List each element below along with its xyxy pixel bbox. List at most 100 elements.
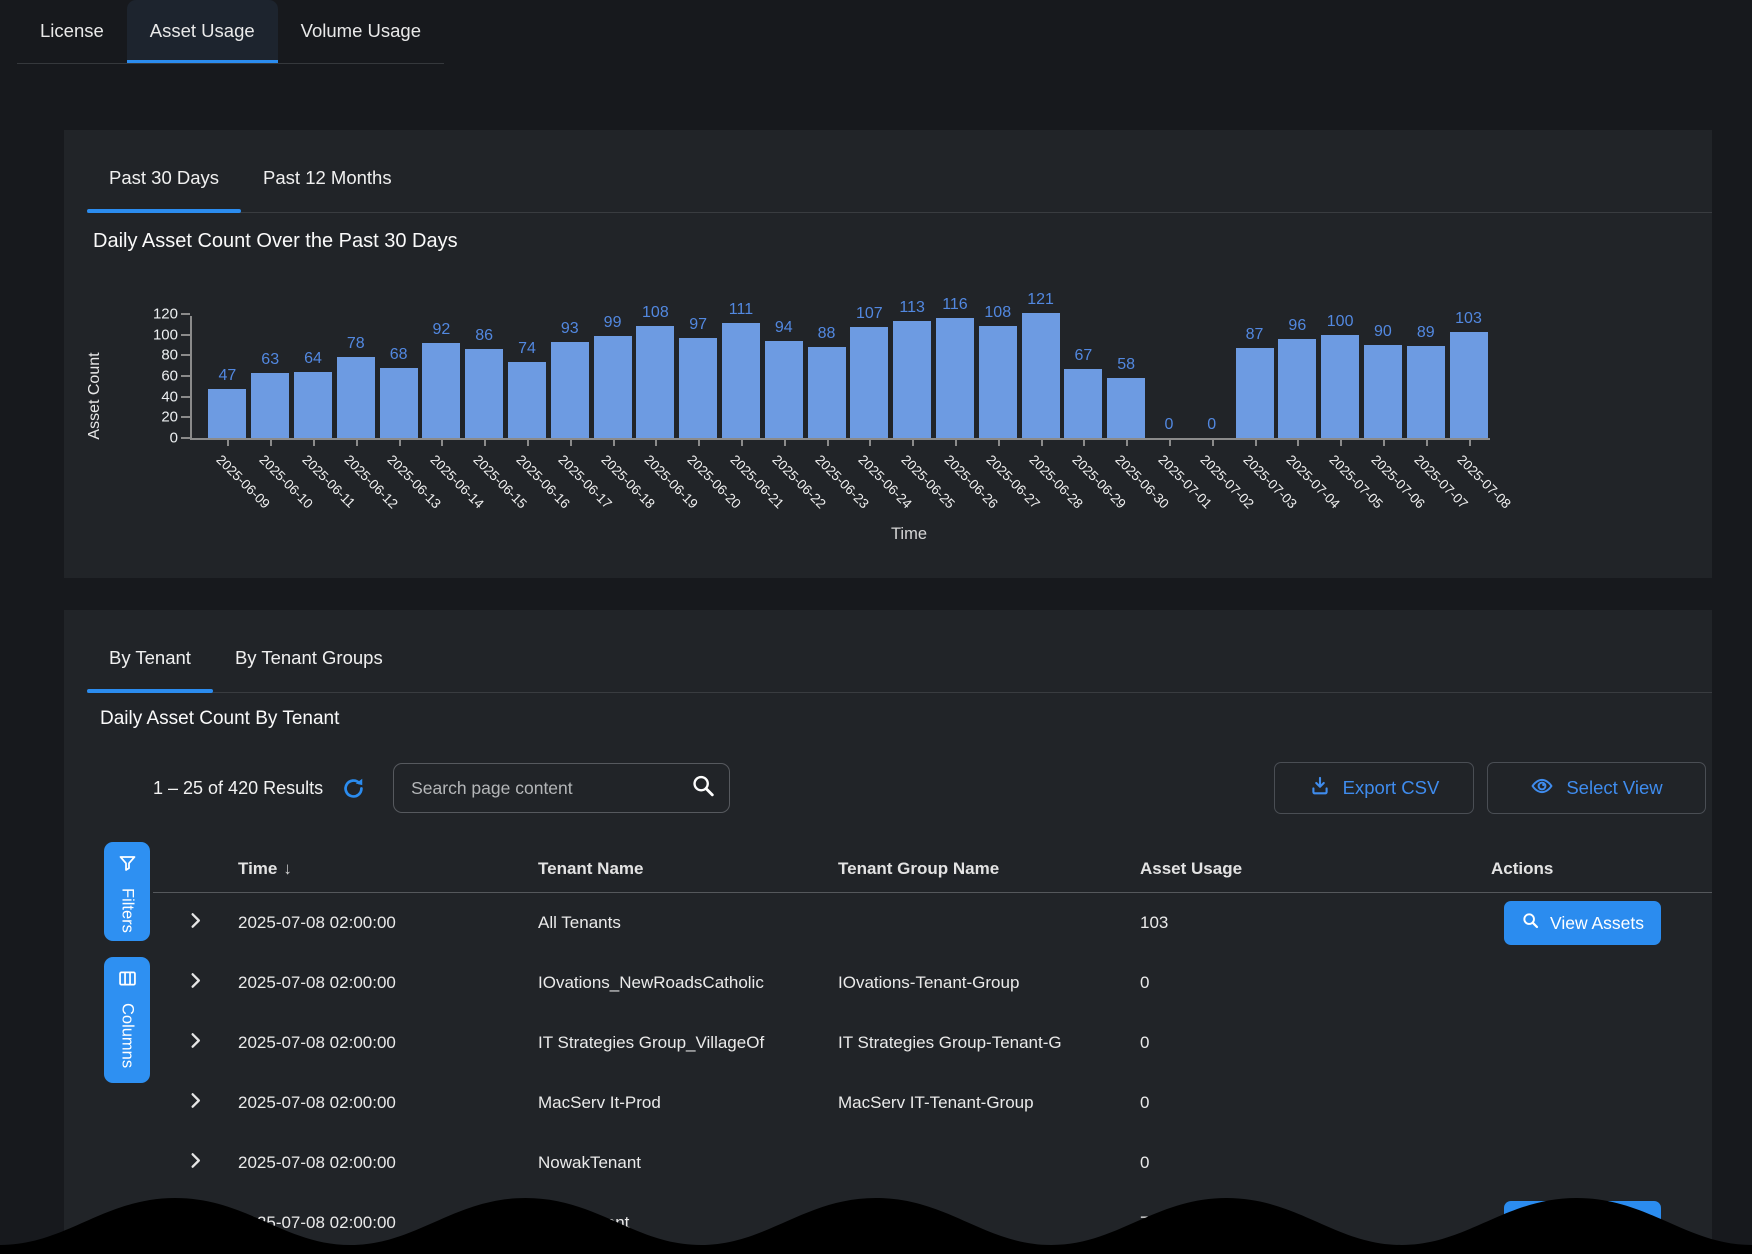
bar-value-label: 93	[561, 320, 579, 338]
bar-value-label: 0	[1207, 416, 1216, 434]
view-assets-button[interactable]: View Assets	[1504, 901, 1661, 945]
table-tab-by-tenant[interactable]: By Tenant	[87, 610, 213, 692]
download-icon	[1309, 775, 1331, 802]
cell-tenant-group-name: IOvations-Tenant-Group	[825, 973, 1127, 993]
cell-time: 2025-07-08 02:00:00	[225, 913, 525, 933]
x-tick-mark	[613, 438, 615, 446]
bar	[808, 347, 846, 438]
bar-group: 108	[976, 304, 1019, 438]
filters-button[interactable]: Filters	[104, 842, 150, 941]
cell-tenant-name: MacServ It-Prod	[525, 1093, 825, 1113]
bar-value-label: 107	[856, 305, 883, 323]
results-count: 1 – 25 of 420 Results	[153, 778, 323, 799]
chevron-right-icon	[184, 1149, 207, 1177]
top-tab-license[interactable]: License	[17, 0, 127, 63]
x-tick-mark	[441, 438, 443, 446]
table-controls-row: 1 – 25 of 420 Results Export CSV	[153, 762, 1706, 814]
sort-descending-icon: ↓	[283, 859, 292, 878]
bar	[979, 326, 1017, 438]
y-tick-mark	[181, 437, 190, 439]
select-view-button[interactable]: Select View	[1487, 762, 1706, 814]
export-csv-button[interactable]: Export CSV	[1274, 762, 1474, 814]
bar-value-label: 103	[1455, 310, 1482, 328]
bar	[1278, 339, 1316, 438]
x-axis-slot: 2025-06-10	[249, 438, 292, 534]
bar-group: 63	[249, 351, 292, 438]
row-expander[interactable]	[153, 1209, 225, 1237]
cell-tenant-group-name: MacServ IT-Tenant-Group	[825, 1093, 1127, 1113]
x-axis-slot: 2025-06-25	[891, 438, 934, 534]
bar-group: 97	[677, 316, 720, 438]
x-tick-mark	[1426, 438, 1428, 446]
view-assets-label: View Assets	[1550, 1213, 1644, 1234]
refresh-icon[interactable]	[341, 775, 367, 801]
bar-group: 67	[1062, 347, 1105, 438]
table-tab-by-tenant-groups[interactable]: By Tenant Groups	[213, 610, 405, 692]
x-tick-mark	[784, 438, 786, 446]
bar	[1450, 332, 1488, 438]
cell-asset-usage: 0	[1127, 1153, 1478, 1173]
chevron-right-icon	[184, 1209, 207, 1237]
chart-tab-past-12-months[interactable]: Past 12 Months	[241, 130, 414, 212]
bar-group: 99	[591, 314, 634, 438]
x-tick-mark	[1340, 438, 1342, 446]
bar-value-label: 0	[1164, 416, 1173, 434]
bar-value-label: 78	[347, 335, 365, 353]
bar	[251, 373, 289, 438]
x-axis-slot: 2025-07-02	[1190, 438, 1233, 534]
search-input[interactable]	[394, 764, 729, 812]
columns-button[interactable]: Columns	[104, 957, 150, 1083]
x-tick-mark	[1255, 438, 1257, 446]
cell-time: 2025-07-08 02:00:00	[225, 1153, 525, 1173]
top-tab-asset-usage[interactable]: Asset Usage	[127, 0, 278, 63]
y-tick-mark	[181, 334, 190, 336]
row-expander[interactable]	[153, 969, 225, 997]
x-axis-slot: 2025-06-14	[420, 438, 463, 534]
x-axis-slot: 2025-06-21	[720, 438, 763, 534]
table-row: 2025-07-08 02:00:00Root Tenant73View Ass…	[153, 1193, 1712, 1253]
x-tick-mark	[570, 438, 572, 446]
view-assets-label: View Assets	[1550, 913, 1644, 934]
bar-value-label: 87	[1246, 326, 1264, 344]
column-header-actions[interactable]: Actions	[1478, 859, 1712, 879]
bar-value-label: 97	[689, 316, 707, 334]
chevron-right-icon	[184, 1089, 207, 1117]
cell-tenant-name: IOvations_NewRoadsCatholic	[525, 973, 825, 993]
column-header-time[interactable]: Time↓	[225, 859, 525, 879]
row-expander[interactable]	[153, 1089, 225, 1117]
column-header-asset-usage[interactable]: Asset Usage	[1127, 859, 1478, 879]
x-axis-slot: 2025-07-04	[1276, 438, 1319, 534]
view-assets-button[interactable]: View Assets	[1504, 1201, 1661, 1245]
x-axis-slot: 2025-06-30	[1105, 438, 1148, 534]
bar-group: 68	[377, 346, 420, 438]
x-axis-slot: 2025-06-24	[848, 438, 891, 534]
x-axis-slot: 2025-07-08	[1447, 438, 1490, 534]
row-expander[interactable]	[153, 1029, 225, 1057]
filters-label: Filters	[118, 888, 137, 933]
search-icon[interactable]	[690, 773, 716, 804]
y-tick-label: 60	[161, 368, 178, 385]
row-expander[interactable]	[153, 1149, 225, 1177]
x-axis-slot: 2025-06-26	[934, 438, 977, 534]
cell-time: 2025-07-08 02:00:00	[225, 973, 525, 993]
columns-label: Columns	[118, 1003, 137, 1068]
bar-value-label: 86	[475, 327, 493, 345]
bar-value-label: 108	[984, 304, 1011, 322]
chart-tab-past-30-days[interactable]: Past 30 Days	[87, 130, 241, 212]
top-tab-volume-usage[interactable]: Volume Usage	[278, 0, 444, 63]
cell-time: 2025-07-08 02:00:00	[225, 1033, 525, 1053]
table-row: 2025-07-08 02:00:00MacServ It-ProdMacSer…	[153, 1073, 1712, 1133]
bar-group: 103	[1447, 310, 1490, 438]
column-header-tenant-name[interactable]: Tenant Name	[525, 859, 825, 879]
column-header-tenant-group-name[interactable]: Tenant Group Name	[825, 859, 1127, 879]
bar	[422, 343, 460, 438]
cell-asset-usage: 0	[1127, 1033, 1478, 1053]
row-expander[interactable]	[153, 909, 225, 937]
bar	[850, 327, 888, 438]
bar	[1364, 345, 1402, 438]
bar-value-label: 92	[432, 321, 450, 339]
chart-range-tabs: Past 30 DaysPast 12 Months	[87, 130, 1712, 213]
bar-value-label: 58	[1117, 356, 1135, 374]
bar-value-label: 89	[1417, 324, 1435, 342]
y-axis-label: Asset Count	[86, 352, 104, 439]
